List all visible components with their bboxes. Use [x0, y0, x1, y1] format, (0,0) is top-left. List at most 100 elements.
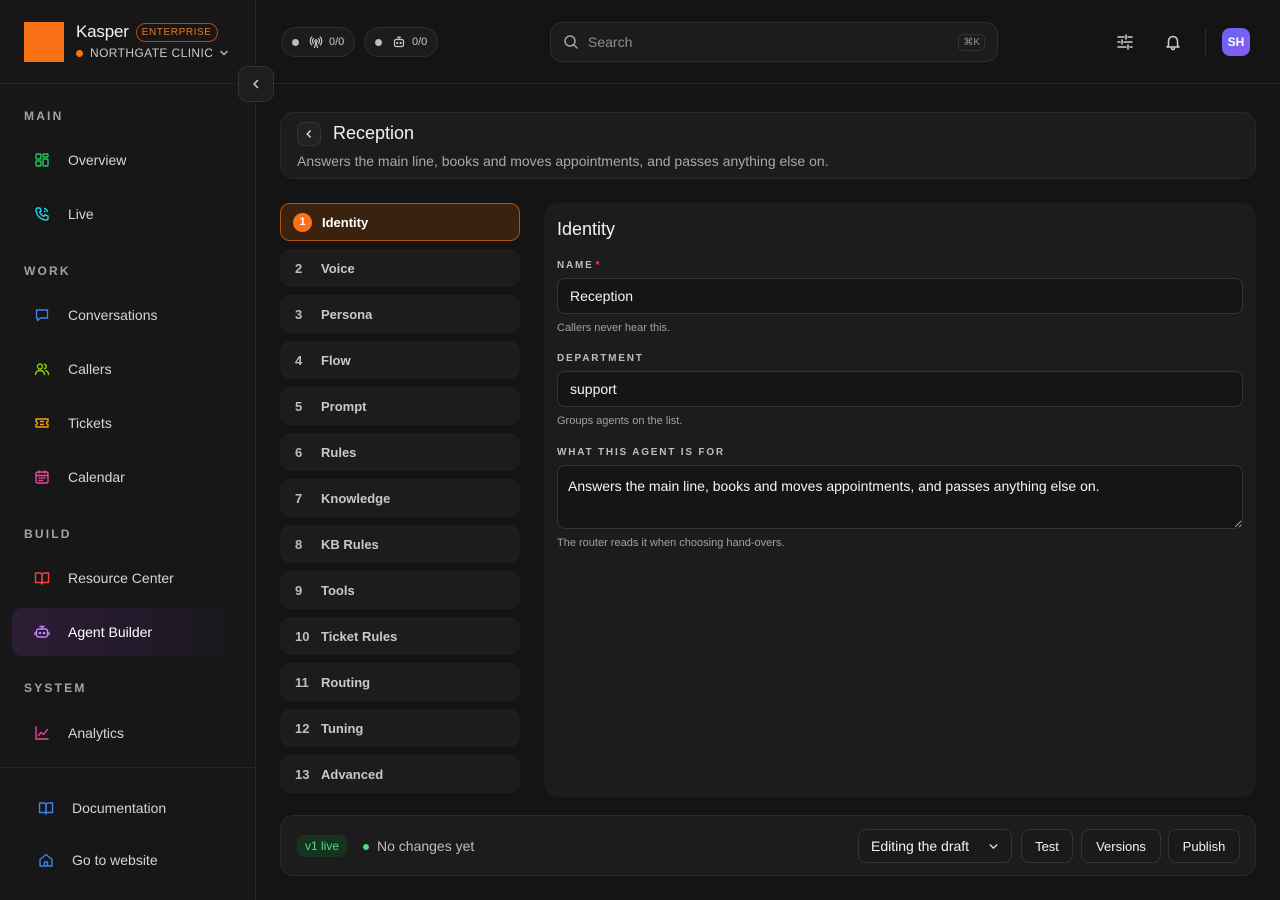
nav-item-go-to-website[interactable]: Go to website: [16, 836, 238, 884]
step-number: 12: [295, 720, 310, 736]
page-subtitle: Answers the main line, books and moves a…: [297, 153, 829, 169]
topbar-separator: [1205, 28, 1206, 56]
required-marker: *: [595, 260, 602, 271]
nav-item-calendar[interactable]: Calendar: [12, 453, 238, 501]
versions-button[interactable]: Versions: [1081, 829, 1161, 863]
search-icon: [563, 34, 579, 50]
sidebar-collapse-button[interactable]: [238, 66, 274, 102]
step-kb-rules[interactable]: 8 KB Rules: [280, 525, 520, 563]
step-number: 13: [295, 766, 310, 782]
chat-icon: [34, 307, 50, 323]
search-bar[interactable]: ⌘K: [550, 22, 998, 62]
user-avatar[interactable]: SH: [1222, 28, 1250, 56]
nav-item-conversations[interactable]: Conversations: [12, 291, 238, 339]
back-button[interactable]: [297, 122, 321, 146]
step-ticket-rules[interactable]: 10 Ticket Rules: [280, 617, 520, 655]
step-number: 9: [295, 582, 303, 598]
sliders-icon: [1116, 33, 1134, 51]
step-label: Routing: [321, 674, 371, 690]
step-identity[interactable]: 1 Identity: [280, 203, 520, 241]
brand[interactable]: Kasper ENTERPRISE NORTHGATE CLINIC: [24, 22, 229, 62]
step-number: 3: [295, 306, 303, 322]
book-icon: [34, 570, 50, 586]
section-label-work: WORK: [24, 264, 71, 278]
step-prompt[interactable]: 5 Prompt: [280, 387, 520, 425]
step-tools[interactable]: 9 Tools: [280, 571, 520, 609]
name-hint: Callers never hear this.: [557, 322, 671, 334]
step-voice[interactable]: 2 Voice: [280, 249, 520, 287]
publish-button[interactable]: Publish: [1168, 829, 1240, 863]
status-dot: [292, 38, 299, 46]
nav-item-documentation[interactable]: Documentation: [16, 784, 238, 832]
chart-icon: [34, 725, 50, 741]
home-icon: [38, 852, 54, 868]
nav-item-callers[interactable]: Callers: [12, 345, 238, 393]
test-button[interactable]: Test: [1021, 829, 1073, 863]
live-calls-count: 0/0: [329, 36, 345, 48]
purpose-label: WHAT THIS AGENT IS FOR: [557, 447, 725, 458]
step-knowledge[interactable]: 7 Knowledge: [280, 479, 520, 517]
step-number: 6: [295, 444, 303, 460]
bell-icon: [1164, 33, 1182, 51]
step-number: 5: [295, 398, 303, 414]
name-label: NAME *: [557, 260, 602, 271]
topbar-divider: [256, 83, 1280, 84]
ticket-icon: [34, 415, 50, 431]
chevron-left-icon: [250, 78, 262, 90]
step-label: Flow: [321, 352, 351, 368]
notifications-button[interactable]: [1161, 30, 1185, 54]
nav-item-agent-builder[interactable]: Agent Builder: [12, 608, 238, 656]
robot-icon: [34, 624, 50, 640]
purpose-field[interactable]: Answers the main line, books and moves a…: [557, 465, 1243, 529]
grid-icon: [34, 152, 50, 168]
chevron-left-icon: [304, 129, 314, 139]
section-label-build: BUILD: [24, 527, 72, 541]
step-persona[interactable]: 3 Persona: [280, 295, 520, 333]
live-agents-indicator[interactable]: 0/0: [364, 27, 439, 57]
step-label: Identity: [322, 214, 369, 230]
page-title: Reception: [333, 123, 415, 143]
org-name: NORTHGATE CLINIC: [90, 46, 214, 60]
step-number: 11: [295, 674, 309, 690]
department-field[interactable]: [557, 371, 1243, 407]
department-hint: Groups agents on the list.: [557, 415, 683, 427]
step-number: 4: [295, 352, 303, 368]
publish-bar: v1 live No changes yet Editing the draft…: [280, 815, 1256, 876]
step-advanced[interactable]: 13 Advanced: [280, 755, 520, 793]
chevron-down-icon: [988, 841, 999, 852]
mode-select[interactable]: Editing the draft: [858, 829, 1012, 863]
calendar-icon: [34, 469, 50, 485]
nav-item-tickets[interactable]: Tickets: [12, 399, 238, 447]
org-status-dot: [76, 49, 83, 57]
step-label: Knowledge: [321, 490, 391, 506]
step-number: 8: [295, 536, 303, 552]
section-label-system: SYSTEM: [24, 681, 87, 695]
chevron-down-icon: [219, 48, 229, 58]
nav-item-analytics[interactable]: Analytics: [12, 709, 238, 757]
step-label: Persona: [321, 306, 373, 322]
step-number: 10: [295, 628, 310, 644]
broadcast-icon: [309, 35, 323, 49]
step-number: 1: [293, 212, 312, 232]
live-calls-indicator[interactable]: 0/0: [281, 27, 356, 57]
nav-item-live[interactable]: Live: [12, 190, 238, 238]
search-shortcut: ⌘K: [958, 33, 985, 51]
book-icon: [38, 800, 54, 816]
step-routing[interactable]: 11 Routing: [280, 663, 520, 701]
step-tuning[interactable]: 12 Tuning: [280, 709, 520, 747]
step-flow[interactable]: 4 Flow: [280, 341, 520, 379]
step-rules[interactable]: 6 Rules: [280, 433, 520, 471]
nav-item-resource-center[interactable]: Resource Center: [12, 554, 238, 602]
step-label: Voice: [321, 260, 355, 276]
search-input[interactable]: [588, 34, 959, 50]
sidebar: Kasper ENTERPRISE NORTHGATE CLINIC MAIN …: [0, 0, 256, 900]
users-icon: [34, 361, 50, 377]
name-field[interactable]: [557, 278, 1243, 314]
nav-item-overview[interactable]: Overview: [12, 136, 238, 184]
department-label: DEPARTMENT: [557, 353, 644, 364]
section-label-main: MAIN: [24, 109, 64, 123]
org-switcher[interactable]: NORTHGATE CLINIC: [76, 46, 229, 60]
robot-icon: [392, 35, 406, 49]
filters-button[interactable]: [1113, 30, 1137, 54]
form-title: Identity: [557, 219, 616, 239]
